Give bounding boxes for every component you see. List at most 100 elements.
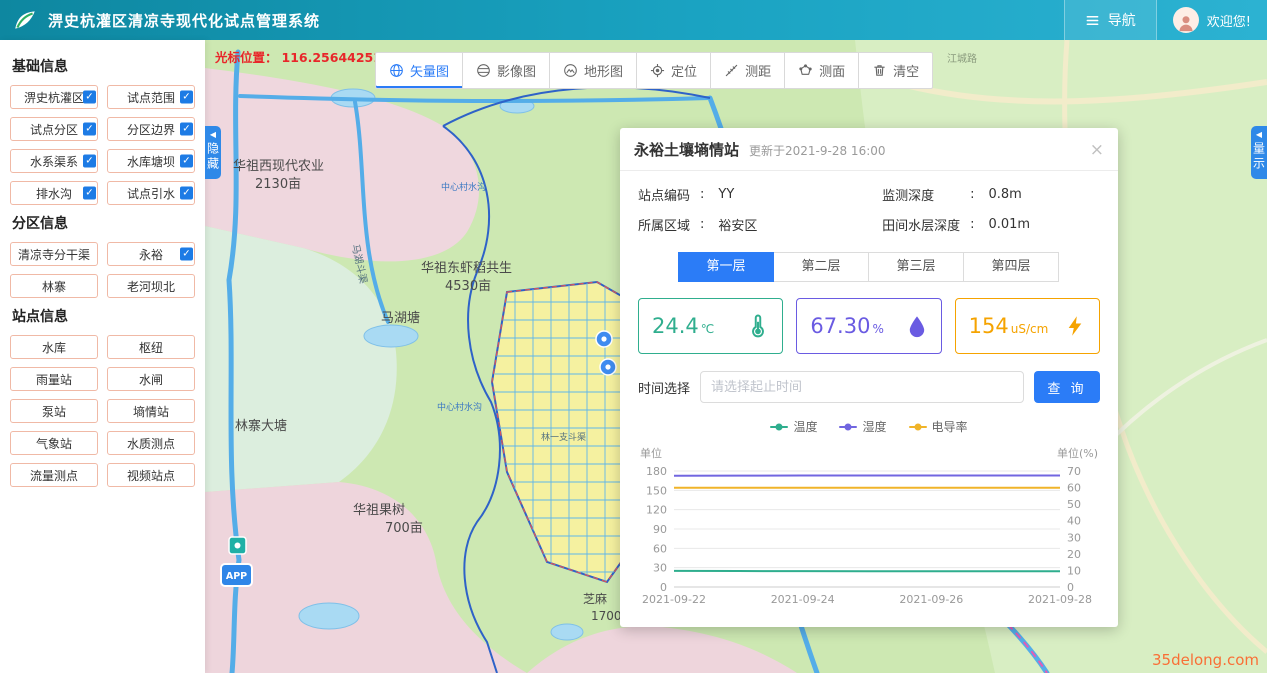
- measure-distance-icon: [724, 63, 739, 78]
- chart-legend: 温度 湿度 电导率: [638, 418, 1100, 435]
- x-tick-label: 2021-09-28: [1028, 593, 1092, 606]
- clear-button[interactable]: 清空: [858, 52, 933, 89]
- map-toolbar: 矢量图影像图地形图定位测距测面清空: [375, 52, 933, 89]
- main-area: 基础信息淠史杭灌区✓试点范围✓试点分区✓分区边界✓水系渠系✓水库塘坝✓排水沟✓试…: [0, 40, 1267, 673]
- info-colon: :: [970, 217, 974, 232]
- right-tick-label: 50: [1067, 498, 1081, 511]
- checkbox-checked-icon[interactable]: ✓: [180, 187, 193, 200]
- map-label: 700亩: [385, 520, 423, 536]
- sidebar-item[interactable]: 清凉寺分干渠: [10, 242, 98, 266]
- app-title: 淠史杭灌区清凉寺现代化试点管理系统: [48, 10, 320, 31]
- x-tick-label: 2021-09-26: [899, 593, 963, 606]
- sidebar-item[interactable]: 流量测点: [10, 463, 98, 487]
- sidebar-item[interactable]: 水库: [10, 335, 98, 359]
- time-select-label: 时间选择: [638, 378, 690, 397]
- avatar[interactable]: [1173, 7, 1199, 33]
- checkbox-checked-icon[interactable]: ✓: [180, 248, 193, 261]
- info-label: 监测深度: [882, 185, 960, 204]
- vector-map-button[interactable]: 矢量图: [375, 52, 463, 89]
- right-tick-label: 60: [1067, 482, 1081, 495]
- sidebar-item[interactable]: 排水沟 ✓: [10, 181, 98, 205]
- checkbox-checked-icon[interactable]: ✓: [180, 155, 193, 168]
- tab-layer-2[interactable]: 第二层: [773, 252, 869, 282]
- sidebar-item[interactable]: 永裕✓: [107, 242, 195, 266]
- sidebar-item-label: 泵站: [42, 403, 66, 420]
- nav-button[interactable]: 导航: [1064, 0, 1157, 40]
- nav-label: 导航: [1108, 10, 1136, 30]
- checkbox-checked-icon[interactable]: ✓: [180, 91, 193, 104]
- query-button[interactable]: 查 询: [1034, 371, 1100, 403]
- close-icon[interactable]: ×: [1090, 142, 1104, 159]
- map-area[interactable]: APP 华祖西现代农业2130亩华祖东虾稻共生4530亩马湖塘林寨大塘华祖果树7…: [205, 40, 1267, 673]
- collapse-right-tab[interactable]: ◀ 量示: [1251, 126, 1267, 179]
- time-range-input[interactable]: [700, 371, 1024, 403]
- checkbox-checked-icon[interactable]: ✓: [83, 187, 96, 200]
- checkbox-checked-icon[interactable]: ✓: [83, 123, 96, 136]
- map-label: 江城路: [947, 52, 977, 65]
- terrain-map-button[interactable]: 地形图: [549, 52, 637, 89]
- sidebar-item[interactable]: 试点范围 ✓: [107, 85, 195, 109]
- sidebar-item-label: 试点分区: [30, 121, 78, 138]
- sidebar-item-label: 老河坝北: [127, 278, 175, 295]
- measure-area-icon: [798, 63, 813, 78]
- sidebar-item-label: 水闸: [139, 371, 163, 388]
- tab-layer-4[interactable]: 第四层: [963, 252, 1059, 282]
- sidebar-item[interactable]: 水库塘坝✓: [107, 149, 195, 173]
- sidebar-item[interactable]: 雨量站: [10, 367, 98, 391]
- sidebar-item[interactable]: 泵站: [10, 399, 98, 423]
- metric-number: 67.30: [810, 314, 870, 338]
- metric-unit: ℃: [701, 322, 714, 336]
- sidebar-item-label: 清凉寺分干渠: [18, 246, 90, 263]
- info-field: 监测深度:0.8m: [882, 185, 1100, 204]
- sidebar-item[interactable]: 水闸: [107, 367, 195, 391]
- sidebar-item[interactable]: 水系渠系✓: [10, 149, 98, 173]
- welcome-text: 欢迎您!: [1207, 11, 1251, 30]
- measure-area-button[interactable]: 测面: [784, 52, 859, 89]
- legend-item[interactable]: 电导率: [909, 418, 968, 435]
- tab-layer-3[interactable]: 第三层: [868, 252, 964, 282]
- sidebar-item[interactable]: 试点引水✓: [107, 181, 195, 205]
- checkbox-checked-icon[interactable]: ✓: [83, 91, 96, 104]
- sidebar-item[interactable]: 气象站: [10, 431, 98, 455]
- sidebar-item-label: 试点范围: [127, 89, 175, 106]
- app-root: 淠史杭灌区清凉寺现代化试点管理系统 导航 欢迎您! 基础信息淠史杭灌区✓试点范围…: [0, 0, 1267, 673]
- sidebar-item[interactable]: 枢纽: [107, 335, 195, 359]
- sidebar-item[interactable]: 林寨: [10, 274, 98, 298]
- imagery-map-button[interactable]: 影像图: [462, 52, 550, 89]
- sidebar-item[interactable]: 分区边界✓: [107, 117, 195, 141]
- sidebar-item[interactable]: 试点分区 ✓: [10, 117, 98, 141]
- locate-button[interactable]: 定位: [636, 52, 711, 89]
- legend-item[interactable]: 温度: [770, 418, 817, 435]
- sidebar-item[interactable]: 淠史杭灌区✓: [10, 85, 98, 109]
- popup-header: 永裕土壤墒情站 更新于2021-9-28 16:00 ×: [620, 128, 1118, 171]
- info-value: 0.01m: [988, 217, 1030, 232]
- info-value: 裕安区: [718, 215, 757, 234]
- section-items: 清凉寺分干渠永裕✓ 林寨 老河坝北: [10, 242, 195, 298]
- map-marker-app[interactable]: APP: [221, 564, 252, 586]
- map-marker-station[interactable]: [229, 537, 246, 554]
- sidebar-item-label: 淠史杭灌区: [24, 89, 84, 106]
- sidebar-item-label: 排水沟: [36, 185, 72, 202]
- collapse-left-tab[interactable]: ◀ 隐藏: [205, 126, 221, 179]
- user-area[interactable]: 欢迎您!: [1157, 7, 1267, 33]
- legend-label: 温度: [793, 418, 817, 435]
- sidebar-item[interactable]: 老河坝北: [107, 274, 195, 298]
- tab-layer-1[interactable]: 第一层: [678, 252, 774, 282]
- layer-tabs: 第一层第二层第三层第四层: [638, 252, 1100, 282]
- sidebar-item-label: 流量测点: [30, 467, 78, 484]
- section-items: 淠史杭灌区✓试点范围✓试点分区✓分区边界✓水系渠系✓水库塘坝✓排水沟✓试点引水✓: [10, 85, 195, 205]
- left-axis-title: 单位: [640, 445, 662, 461]
- sidebar-item[interactable]: 水质测点: [107, 431, 195, 455]
- metric-number: 154: [969, 314, 1009, 338]
- checkbox-checked-icon[interactable]: ✓: [180, 123, 193, 136]
- map-label: 华祖东虾稻共生: [421, 261, 512, 276]
- measure-distance-button[interactable]: 测距: [710, 52, 785, 89]
- metric-card-conductivity: 154uS/cm: [955, 298, 1100, 354]
- sidebar-item[interactable]: 视频站点: [107, 463, 195, 487]
- legend-item[interactable]: 湿度: [839, 418, 886, 435]
- legend-label: 电导率: [932, 418, 968, 435]
- metric-unit: uS/cm: [1011, 322, 1049, 336]
- section-title: 分区信息: [12, 213, 195, 233]
- checkbox-checked-icon[interactable]: ✓: [83, 155, 96, 168]
- sidebar-item[interactable]: 墒情站: [107, 399, 195, 423]
